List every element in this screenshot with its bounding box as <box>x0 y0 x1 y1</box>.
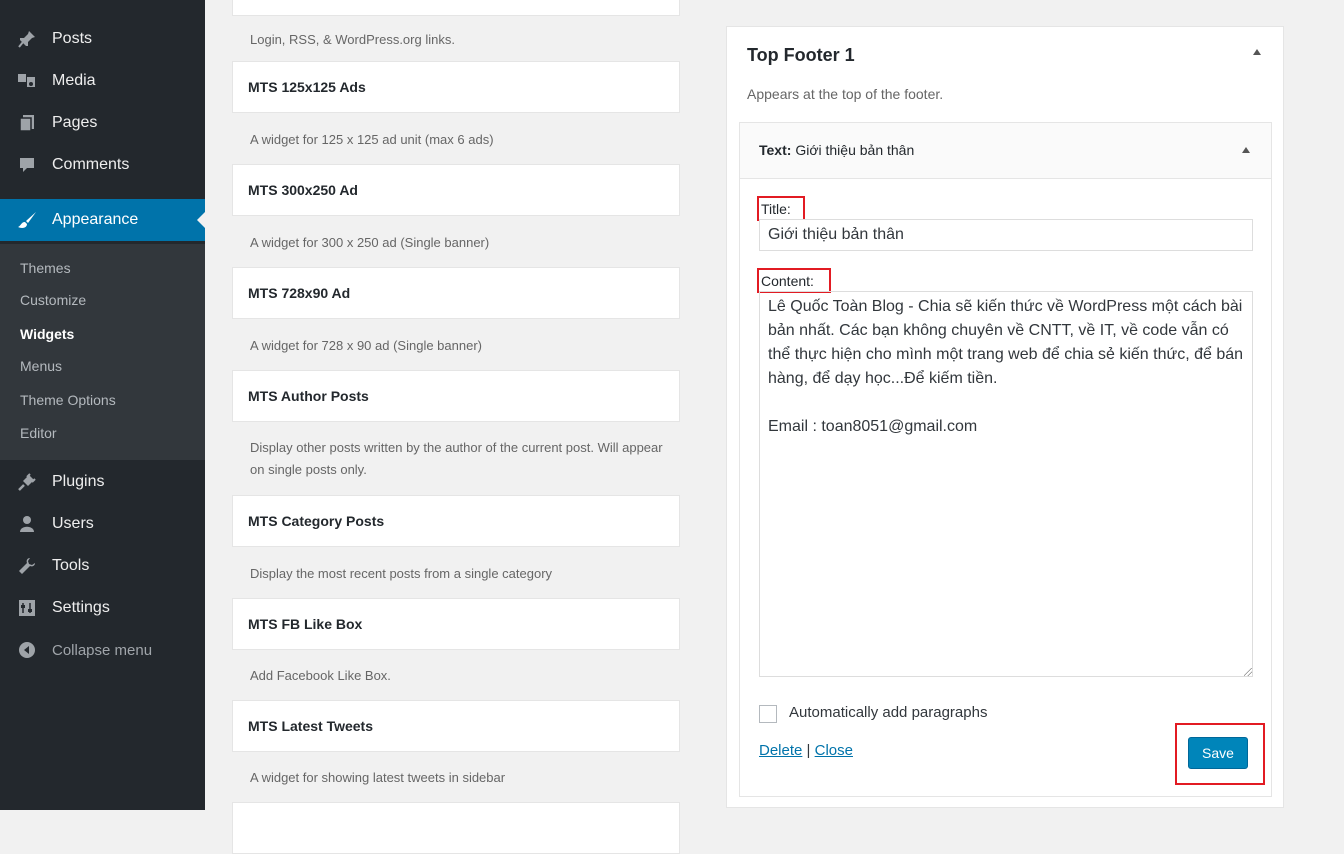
menu-item-plugins[interactable]: Plugins <box>0 461 205 503</box>
menu-item-label: Settings <box>52 599 110 616</box>
widget-description: Display the most recent posts from a sin… <box>250 566 553 581</box>
menu-item-label: Media <box>52 72 96 89</box>
collapse-arrow-icon[interactable] <box>1253 49 1261 55</box>
wrench-icon <box>17 556 37 576</box>
widget-description: Display other posts written by the autho… <box>250 440 663 477</box>
admin-sidebar: Posts Media Pages Comments Appearance Th… <box>0 0 205 810</box>
plug-icon <box>17 472 37 492</box>
widget-item[interactable]: MTS Author Posts <box>232 370 680 422</box>
delete-link[interactable]: Delete <box>759 742 802 759</box>
menu-item-label: Collapse menu <box>52 641 153 659</box>
collapse-menu-button[interactable]: Collapse menu <box>0 629 205 671</box>
widget-area-panel: Top Footer 1 Appears at the top of the f… <box>726 26 1284 808</box>
pages-icon <box>17 113 37 133</box>
menu-item-tools[interactable]: Tools <box>0 545 205 587</box>
menu-item-label: Posts <box>52 30 93 47</box>
pushpin-icon <box>17 29 37 49</box>
submenu-customize[interactable]: Customize <box>20 292 86 308</box>
menu-item-appearance[interactable]: Appearance <box>0 199 205 241</box>
menu-item-media[interactable]: Media <box>0 60 205 102</box>
widget-description: A widget for 125 x 125 ad unit (max 6 ad… <box>250 132 494 147</box>
text-widget: Text: Giới thiệu bản thân Title: Content… <box>739 122 1272 797</box>
resize-handle-icon[interactable] <box>1244 668 1252 676</box>
menu-item-label: Plugins <box>52 473 105 490</box>
submenu-themes[interactable]: Themes <box>20 260 71 276</box>
submenu-widgets[interactable]: Widgets <box>20 326 74 342</box>
widget-item[interactable]: MTS 728x90 Ad <box>232 267 680 319</box>
menu-item-label: Comments <box>52 156 130 173</box>
widget-item[interactable]: MTS Category Posts <box>232 495 680 547</box>
auto-paragraphs-checkbox[interactable] <box>759 705 777 723</box>
menu-item-settings[interactable]: Settings <box>0 587 205 629</box>
menu-item-posts[interactable]: Posts <box>0 18 205 60</box>
separator: | <box>806 742 811 759</box>
menu-item-users[interactable]: Users <box>0 503 205 545</box>
menu-item-pages[interactable]: Pages <box>0 102 205 144</box>
media-icon <box>17 71 37 91</box>
widget-type-label: Text: <box>759 142 792 158</box>
save-button[interactable]: Save <box>1188 737 1248 769</box>
widget-item[interactable]: MTS 125x125 Ads <box>232 61 680 113</box>
users-icon <box>17 514 37 534</box>
auto-paragraphs-label[interactable]: Automatically add paragraphs <box>789 704 987 721</box>
widget-item[interactable]: MTS FB Like Box <box>232 598 680 650</box>
close-link[interactable]: Close <box>815 742 853 759</box>
submenu-theme-options[interactable]: Theme Options <box>20 392 116 408</box>
widget-item[interactable]: MTS 300x250 Ad <box>232 164 680 216</box>
widget-item[interactable]: MTS Latest Tweets <box>232 700 680 752</box>
submenu-editor[interactable]: Editor <box>20 425 57 441</box>
widget-description: A widget for showing latest tweets in si… <box>250 770 506 785</box>
widget-description: Add Facebook Like Box. <box>250 668 391 683</box>
widget-item-meta[interactable] <box>232 0 680 16</box>
widget-description: A widget for 300 x 250 ad (Single banner… <box>250 235 490 250</box>
highlight-box <box>757 196 805 221</box>
content-textarea[interactable]: Lê Quốc Toàn Blog - Chia sẽ kiến thức về… <box>759 291 1253 677</box>
title-input[interactable] <box>759 219 1253 251</box>
paintbrush-icon <box>17 210 37 230</box>
text-widget-title: Text: Giới thiệu bản thân <box>759 142 914 158</box>
menu-item-comments[interactable]: Comments <box>0 144 205 186</box>
menu-item-label: Users <box>52 515 94 532</box>
highlight-box <box>757 268 831 293</box>
appearance-submenu: Themes Customize Widgets Menus Theme Opt… <box>0 244 205 460</box>
widget-area-title[interactable]: Top Footer 1 <box>747 45 855 66</box>
menu-item-label: Pages <box>52 114 98 131</box>
comment-icon <box>17 155 37 175</box>
submenu-menus[interactable]: Menus <box>20 358 62 374</box>
menu-item-label: Appearance <box>52 211 139 228</box>
collapse-arrow-icon[interactable] <box>1242 147 1250 153</box>
collapse-icon <box>17 640 37 660</box>
widget-description: A widget for 728 x 90 ad (Single banner) <box>250 338 482 353</box>
widget-area-description: Appears at the top of the footer. <box>747 86 944 102</box>
menu-item-label: Tools <box>52 557 90 574</box>
settings-icon <box>17 598 37 618</box>
text-widget-header[interactable]: Text: Giới thiệu bản thân <box>740 123 1271 179</box>
widget-instance-title: Giới thiệu bản thân <box>795 142 915 158</box>
widget-description: Login, RSS, & WordPress.org links. <box>250 32 455 47</box>
widget-actions: Delete | Close <box>759 742 853 759</box>
